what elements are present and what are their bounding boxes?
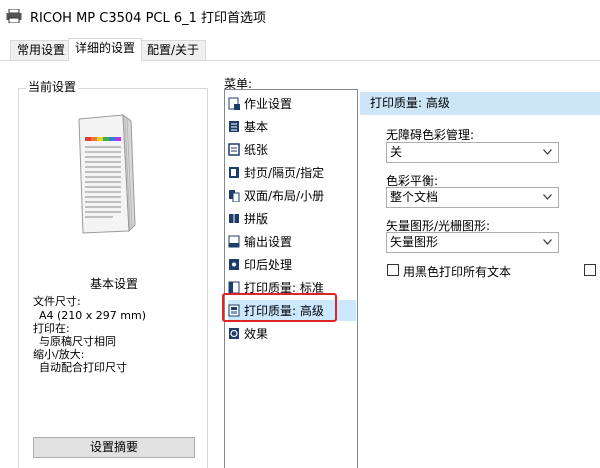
tab-detailed-settings[interactable]: 详细的设置 [68, 38, 143, 61]
tab-strip: 常用设置 详细的设置 配置/关于 [0, 38, 600, 61]
chevron-down-icon [543, 149, 552, 155]
menu-item-finishing[interactable]: 印后处理 [228, 254, 356, 275]
menu-item-effects[interactable]: 效果 [228, 323, 356, 344]
current-settings-legend: 当前设置 [26, 80, 79, 94]
menu-item-imposition[interactable]: 拼版 [228, 208, 356, 229]
color-management-select[interactable]: 关 [386, 142, 559, 163]
job-settings-icon [228, 97, 240, 110]
detail-panel: 打印质量: 高级 无障碍色彩管理: 关 色彩平衡: 整个文档 矢量图形/光栅图形… [360, 89, 600, 468]
menu-item-cover[interactable]: 封页/隔页/指定 [228, 162, 356, 183]
preset-name: 基本设置 [89, 277, 138, 291]
menu-item-label: 纸张 [244, 143, 269, 157]
tab-config-about[interactable]: 配置/关于 [140, 40, 207, 60]
finishing-icon [229, 259, 239, 270]
current-settings-group: 基本设置 文件尺寸: A4 (210 x 297 mm) 打印在: 与原稿尺寸相… [18, 88, 208, 468]
paper-size-value: A4 (210 x 297 mm) [39, 309, 147, 322]
menu-item-duplex[interactable]: 双面/布局/小册 [228, 185, 356, 206]
menu-item-label: 效果 [244, 327, 269, 341]
scale-label: 缩小/放大: [33, 348, 85, 361]
imposition-icon [229, 214, 239, 223]
print-on-label: 打印在: [33, 322, 70, 335]
printer-icon [6, 9, 22, 23]
paper-size-label: 文件尺寸: [33, 295, 81, 308]
menu-item-label: 拼版 [244, 212, 269, 226]
menu-item-label: 封页/隔页/指定 [244, 166, 325, 180]
menu-item-job-settings[interactable]: 作业设置 [228, 93, 356, 114]
window-title: RICOH MP C3504 PCL 6_1 打印首选项 [30, 10, 267, 26]
menu-item-label: 印后处理 [244, 258, 293, 272]
black-text-checkbox[interactable] [387, 264, 399, 276]
black-text-label: 用黑色打印所有文本 [403, 265, 512, 279]
color-balance-select[interactable]: 整个文档 [386, 187, 559, 208]
vector-raster-value: 矢量图形 [390, 235, 439, 249]
menu-item-label: 基本 [244, 120, 269, 134]
highlight-annotation-box [222, 293, 337, 322]
cover-icon [229, 167, 239, 178]
title-bar: RICOH MP C3504 PCL 6_1 打印首选项 [0, 0, 600, 32]
color-balance-value: 整个文档 [390, 190, 439, 204]
menu-item-label: 作业设置 [244, 97, 293, 111]
effects-icon [229, 328, 239, 339]
settings-summary-button[interactable]: 设置摘要 [33, 437, 195, 458]
second-checkbox[interactable] [584, 264, 596, 276]
paper-icon [228, 143, 240, 156]
basic-icon [229, 121, 239, 132]
color-management-label: 无障碍色彩管理: [386, 128, 475, 142]
output-icon [228, 235, 240, 248]
menu-item-label: 输出设置 [244, 235, 293, 249]
scale-value: 自动配合打印尺寸 [39, 361, 127, 374]
menu-item-basic[interactable]: 基本 [228, 116, 356, 137]
detail-header: 打印质量: 高级 [360, 92, 600, 115]
print-on-value: 与原稿尺寸相同 [39, 335, 116, 348]
menu-item-label: 双面/布局/小册 [244, 189, 325, 203]
tab-common-settings[interactable]: 常用设置 [10, 40, 73, 60]
page-preview-image [78, 113, 136, 234]
chevron-down-icon [543, 239, 552, 245]
vector-raster-select[interactable]: 矢量图形 [386, 232, 559, 253]
menu-item-paper[interactable]: 纸张 [228, 139, 356, 160]
menu-list[interactable]: 作业设置 基本 纸张 封页/隔页/指定 双面/布局/小册 拼版 输出设置 印后处… [224, 89, 358, 468]
color-management-value: 关 [390, 145, 403, 159]
chevron-down-icon [543, 194, 552, 200]
menu-item-output[interactable]: 输出设置 [228, 231, 356, 252]
duplex-icon [229, 190, 240, 202]
